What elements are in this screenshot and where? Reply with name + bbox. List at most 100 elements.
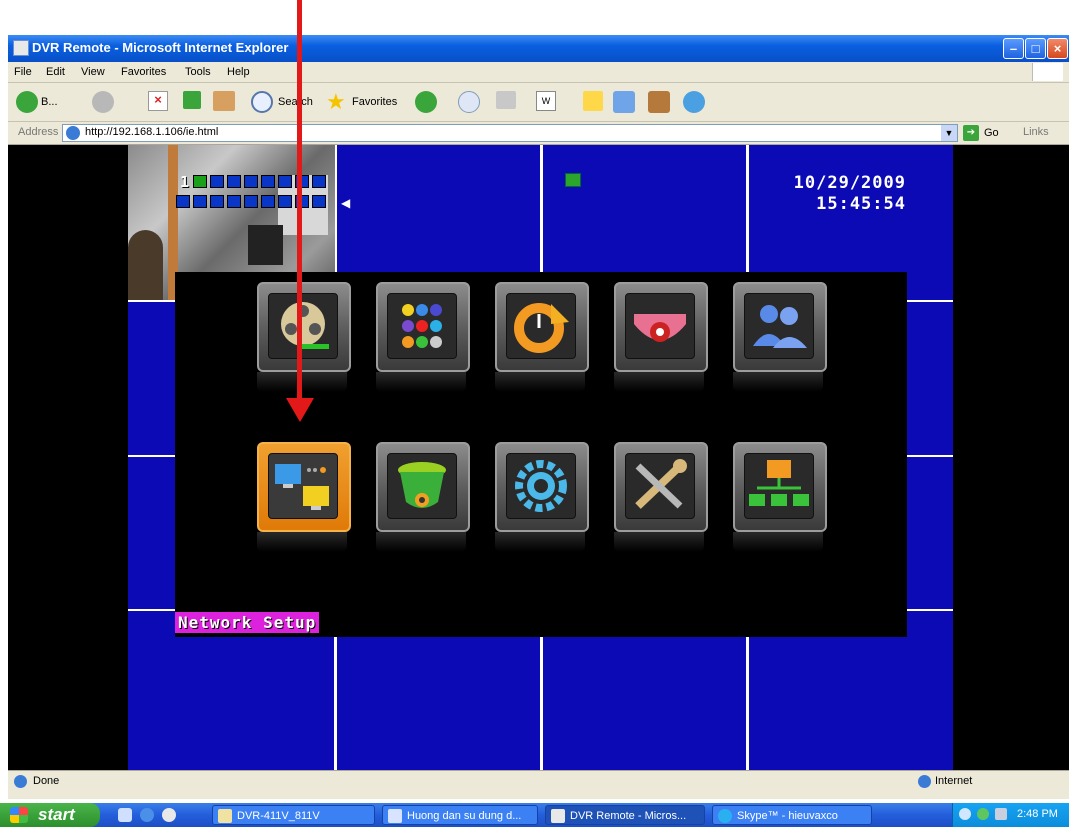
edit-word-icon[interactable]: W (536, 91, 556, 111)
network-tree-icon (749, 460, 809, 506)
menu-favorites[interactable]: Favorites (121, 66, 166, 78)
menu-bar: File Edit View Favorites Tools Help (8, 62, 1069, 83)
channel-indicator (193, 195, 207, 208)
users-icon (753, 305, 807, 348)
annotation-arrow (297, 0, 302, 398)
tile-reflection (257, 532, 347, 552)
tile-inner (268, 293, 338, 359)
task-label: DVR Remote - Micros... (570, 810, 687, 822)
channel-indicator (278, 175, 292, 188)
discuss-icon[interactable] (583, 91, 603, 111)
address-input[interactable]: http://192.168.1.106/ie.html ▼ (62, 124, 958, 142)
selected-menu-caption: Network Setup (175, 612, 320, 633)
tile-reflection (495, 372, 585, 392)
menu-tile-schedule[interactable] (495, 282, 589, 372)
go-button[interactable]: Go (984, 127, 999, 139)
task-word-doc[interactable]: Huong dan su dung d... (382, 805, 538, 825)
browser-quicklaunch-icon[interactable] (162, 808, 176, 822)
channel-number: 1 (180, 173, 190, 191)
datetime-display: 10/29/2009 15:45:54 (778, 173, 906, 215)
skype-icon (718, 809, 732, 823)
print-icon[interactable] (496, 91, 516, 109)
tray-expand-icon[interactable] (959, 808, 971, 820)
start-button[interactable]: start (0, 803, 100, 827)
history-icon[interactable] (415, 91, 437, 113)
window-title: DVR Remote - Microsoft Internet Explorer (32, 40, 289, 55)
research-icon[interactable] (648, 91, 670, 113)
favorites-label[interactable]: Favorites (352, 96, 397, 108)
feed-chair (248, 225, 283, 265)
zone-text: Internet (935, 775, 973, 787)
time-text: 15:45:54 (816, 194, 906, 214)
show-desktop-icon[interactable] (118, 808, 132, 822)
menu-tile-network[interactable] (733, 442, 827, 532)
menu-file[interactable]: File (14, 66, 32, 78)
tile-reflection (257, 372, 347, 392)
tile-reflection (376, 372, 466, 392)
task-dvr-remote[interactable]: DVR Remote - Micros... (545, 805, 705, 825)
chevron-down-icon[interactable]: ▼ (941, 125, 957, 141)
word-doc-icon (388, 809, 402, 823)
tools-icon (635, 459, 687, 509)
search-icon[interactable] (251, 91, 273, 113)
menu-tile-users[interactable] (733, 282, 827, 372)
channel-indicator (312, 195, 326, 208)
ie-page-icon (66, 126, 80, 140)
schedule-icon (514, 303, 569, 353)
channel-indicator (261, 195, 275, 208)
messenger-icon[interactable] (613, 91, 635, 113)
channel-indicator (210, 195, 224, 208)
minimize-button[interactable]: – (1003, 38, 1024, 59)
back-icon[interactable] (16, 91, 38, 113)
search-label[interactable]: Search (278, 96, 313, 108)
channel-indicator (227, 175, 241, 188)
channel-indicator (176, 195, 190, 208)
forward-icon[interactable] (92, 91, 114, 113)
task-skype[interactable]: Skype™ - hieuvaxco (712, 805, 872, 825)
task-dvr-folder[interactable]: DVR-411V_811V (212, 805, 375, 825)
home-icon[interactable] (213, 91, 235, 111)
back-label[interactable]: B... (41, 96, 58, 108)
favorites-star-icon[interactable]: ★ (326, 91, 348, 113)
channel-indicator (227, 195, 241, 208)
network-setup-icon (275, 464, 329, 510)
windows-logo-icon (1032, 63, 1063, 81)
channel-indicator (244, 195, 258, 208)
status-bar: Done Internet (8, 770, 1069, 793)
refresh-icon[interactable] (183, 91, 201, 109)
tray-network-icon[interactable] (977, 808, 989, 820)
tray-app-icon[interactable] (995, 808, 1007, 820)
menu-edit[interactable]: Edit (46, 66, 65, 78)
menu-tile-camera[interactable] (614, 282, 708, 372)
menu-tile-network-setup[interactable] (257, 442, 351, 532)
close-button[interactable]: × (1047, 38, 1068, 59)
go-arrow-icon[interactable]: ➔ (963, 125, 979, 141)
tile-inner (268, 453, 338, 519)
task-label: DVR-411V_811V (237, 810, 320, 822)
date-text: 10/29/2009 (793, 173, 906, 193)
speaker-icon: ◀ (341, 196, 351, 210)
mail-icon[interactable] (458, 91, 480, 113)
clock[interactable]: 2:48 PM (1017, 808, 1058, 820)
maximize-button[interactable]: □ (1025, 38, 1046, 59)
address-url[interactable]: http://192.168.1.106/ie.html (85, 126, 218, 138)
title-bar[interactable]: DVR Remote - Microsoft Internet Explorer… (8, 35, 1069, 62)
menu-tile-settings[interactable] (495, 442, 589, 532)
channel-grid-icon (402, 304, 442, 348)
menu-help[interactable]: Help (227, 66, 250, 78)
links-button[interactable]: Links (1023, 126, 1049, 138)
menu-tile-playback[interactable] (257, 282, 351, 372)
menu-view[interactable]: View (81, 66, 105, 78)
address-bar: Address http://192.168.1.106/ie.html ▼ ➔… (8, 122, 1069, 145)
msn-people-icon[interactable] (683, 91, 705, 113)
menu-tools[interactable]: Tools (185, 66, 211, 78)
menu-tile-tools[interactable] (614, 442, 708, 532)
tile-inner (387, 293, 457, 359)
stop-icon[interactable]: × (148, 91, 168, 111)
tile-reflection (495, 532, 585, 552)
ie-quicklaunch-icon[interactable] (140, 808, 154, 822)
menu-tile-ptz[interactable] (376, 442, 470, 532)
channel-indicator (278, 195, 292, 208)
menu-tile-channels[interactable] (376, 282, 470, 372)
windows-flag-icon (10, 807, 28, 823)
